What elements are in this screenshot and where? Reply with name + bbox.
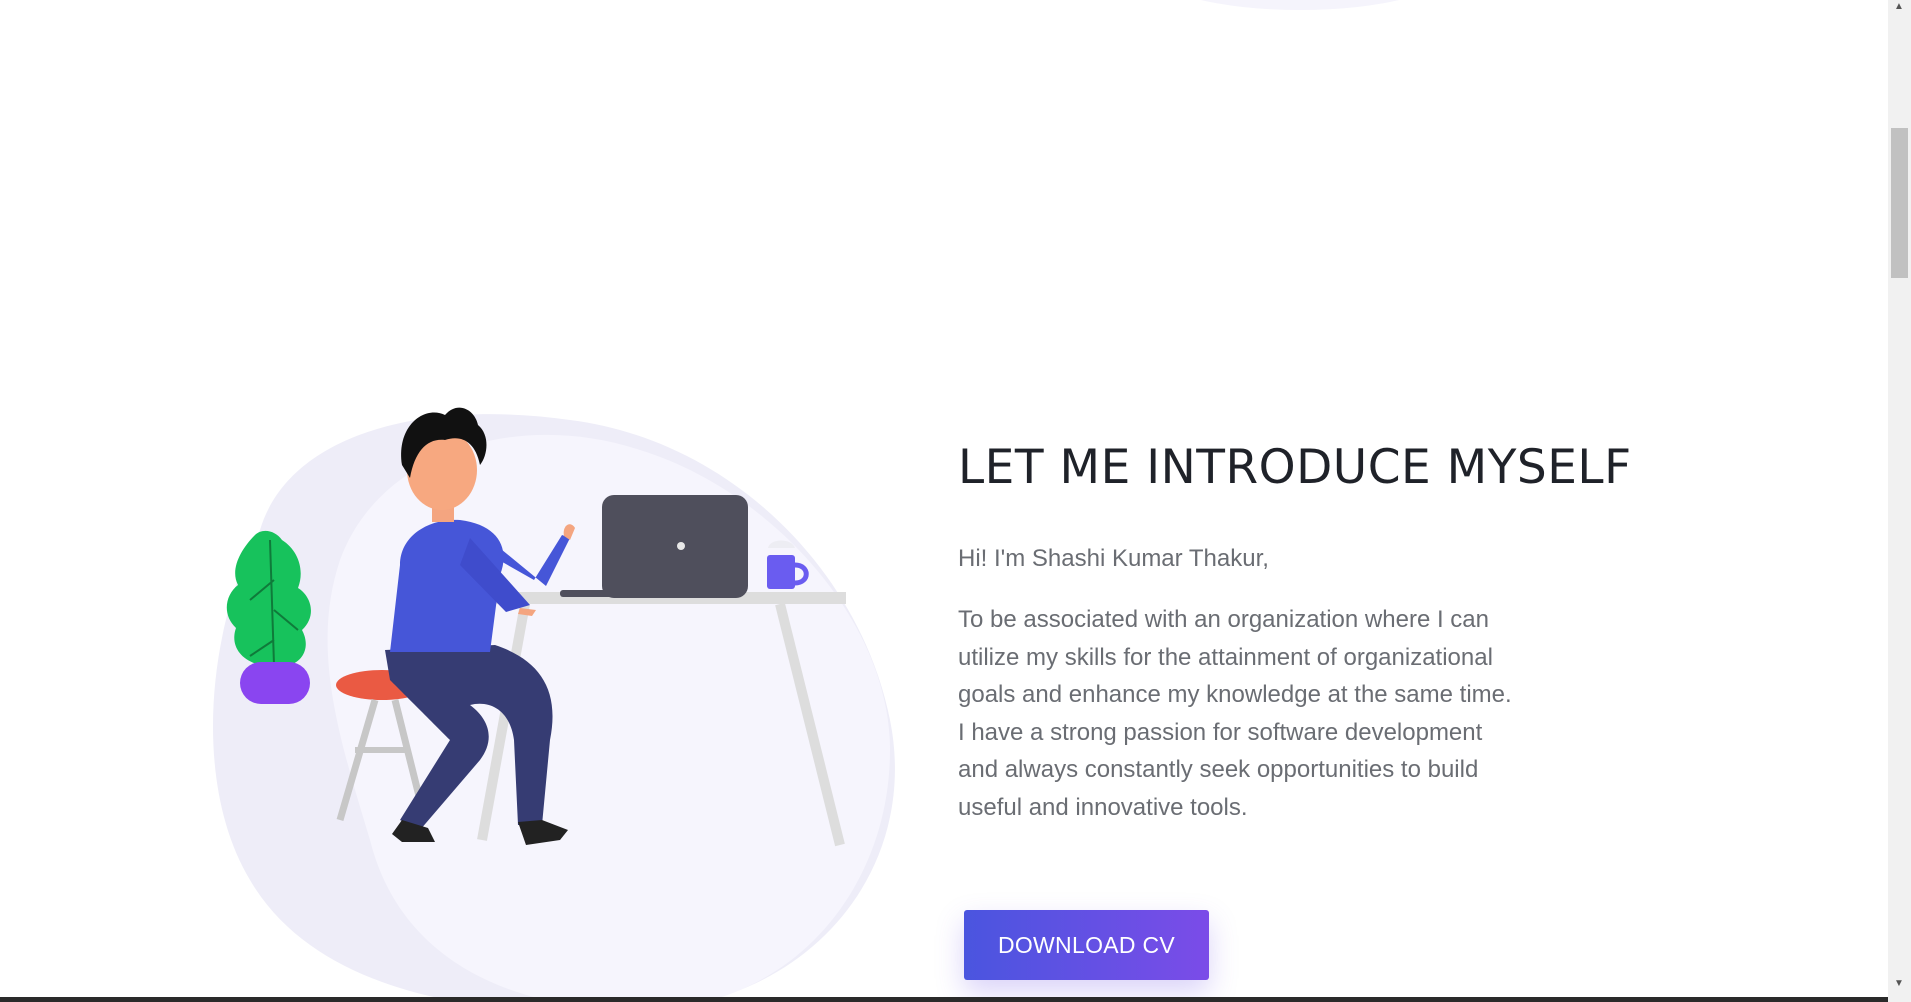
section-heading: LET ME INTRODUCE MYSELF xyxy=(958,440,1632,495)
laptop-camera xyxy=(677,542,685,550)
scroll-down-arrow-icon[interactable]: ▼ xyxy=(1894,978,1904,990)
person-working-illustration xyxy=(213,407,895,1002)
intro-paragraph: To be associated with an organization wh… xyxy=(958,606,1512,821)
mug xyxy=(767,555,795,589)
decorative-blob xyxy=(1150,0,1450,10)
greeting-text: Hi! I'm Shashi Kumar Thakur, xyxy=(958,545,1269,572)
laptop-screen xyxy=(602,495,748,598)
scrollbar-thumb[interactable] xyxy=(1891,128,1908,278)
page: LET ME INTRODUCE MYSELF Hi! I'm Shashi K… xyxy=(0,0,1888,1002)
scroll-up-arrow-icon[interactable]: ▲ xyxy=(1894,1,1904,13)
download-cv-button[interactable]: DOWNLOAD CV xyxy=(964,910,1209,980)
intro-section: LET ME INTRODUCE MYSELF Hi! I'm Shashi K… xyxy=(958,440,1632,826)
laptop-base xyxy=(560,590,630,597)
vertical-scrollbar[interactable]: ▲ ▼ xyxy=(1888,0,1911,1002)
window-bottom-edge xyxy=(0,997,1888,1002)
plant-pot xyxy=(240,662,310,704)
